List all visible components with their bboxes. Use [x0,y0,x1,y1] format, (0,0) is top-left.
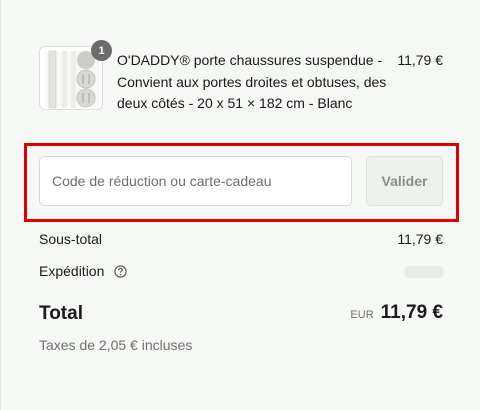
cart-line-item: 1 O'DADDY® porte chaussures suspendue - … [39,40,443,136]
product-title: O'DADDY® porte chaussures suspendue - Co… [117,52,387,111]
product-thumbnail: 1 [39,40,112,110]
taxes-note: Taxes de 2,05 € incluses [39,337,193,353]
subtotal-value: 11,79 € [397,231,443,247]
shipping-label: Expédition [39,263,105,279]
shipping-value-placeholder [405,266,443,278]
apply-discount-button[interactable]: Valider [366,156,443,206]
total-amount-group: EUR 11,79 € [350,302,443,324]
help-circle-icon[interactable] [114,265,127,278]
quantity-badge: 1 [91,40,112,61]
subtotal-row: Sous-total 11,79 € [39,231,443,247]
panel-left-border [0,0,1,410]
subtotal-label: Sous-total [39,231,103,247]
total-amount: 11,79 € [380,302,443,323]
product-price: 11,79 € [397,52,443,68]
shipping-row: Expédition [39,263,443,279]
currency-code: EUR [350,309,374,321]
total-label: Total [39,303,83,324]
discount-code-input[interactable] [39,156,352,206]
